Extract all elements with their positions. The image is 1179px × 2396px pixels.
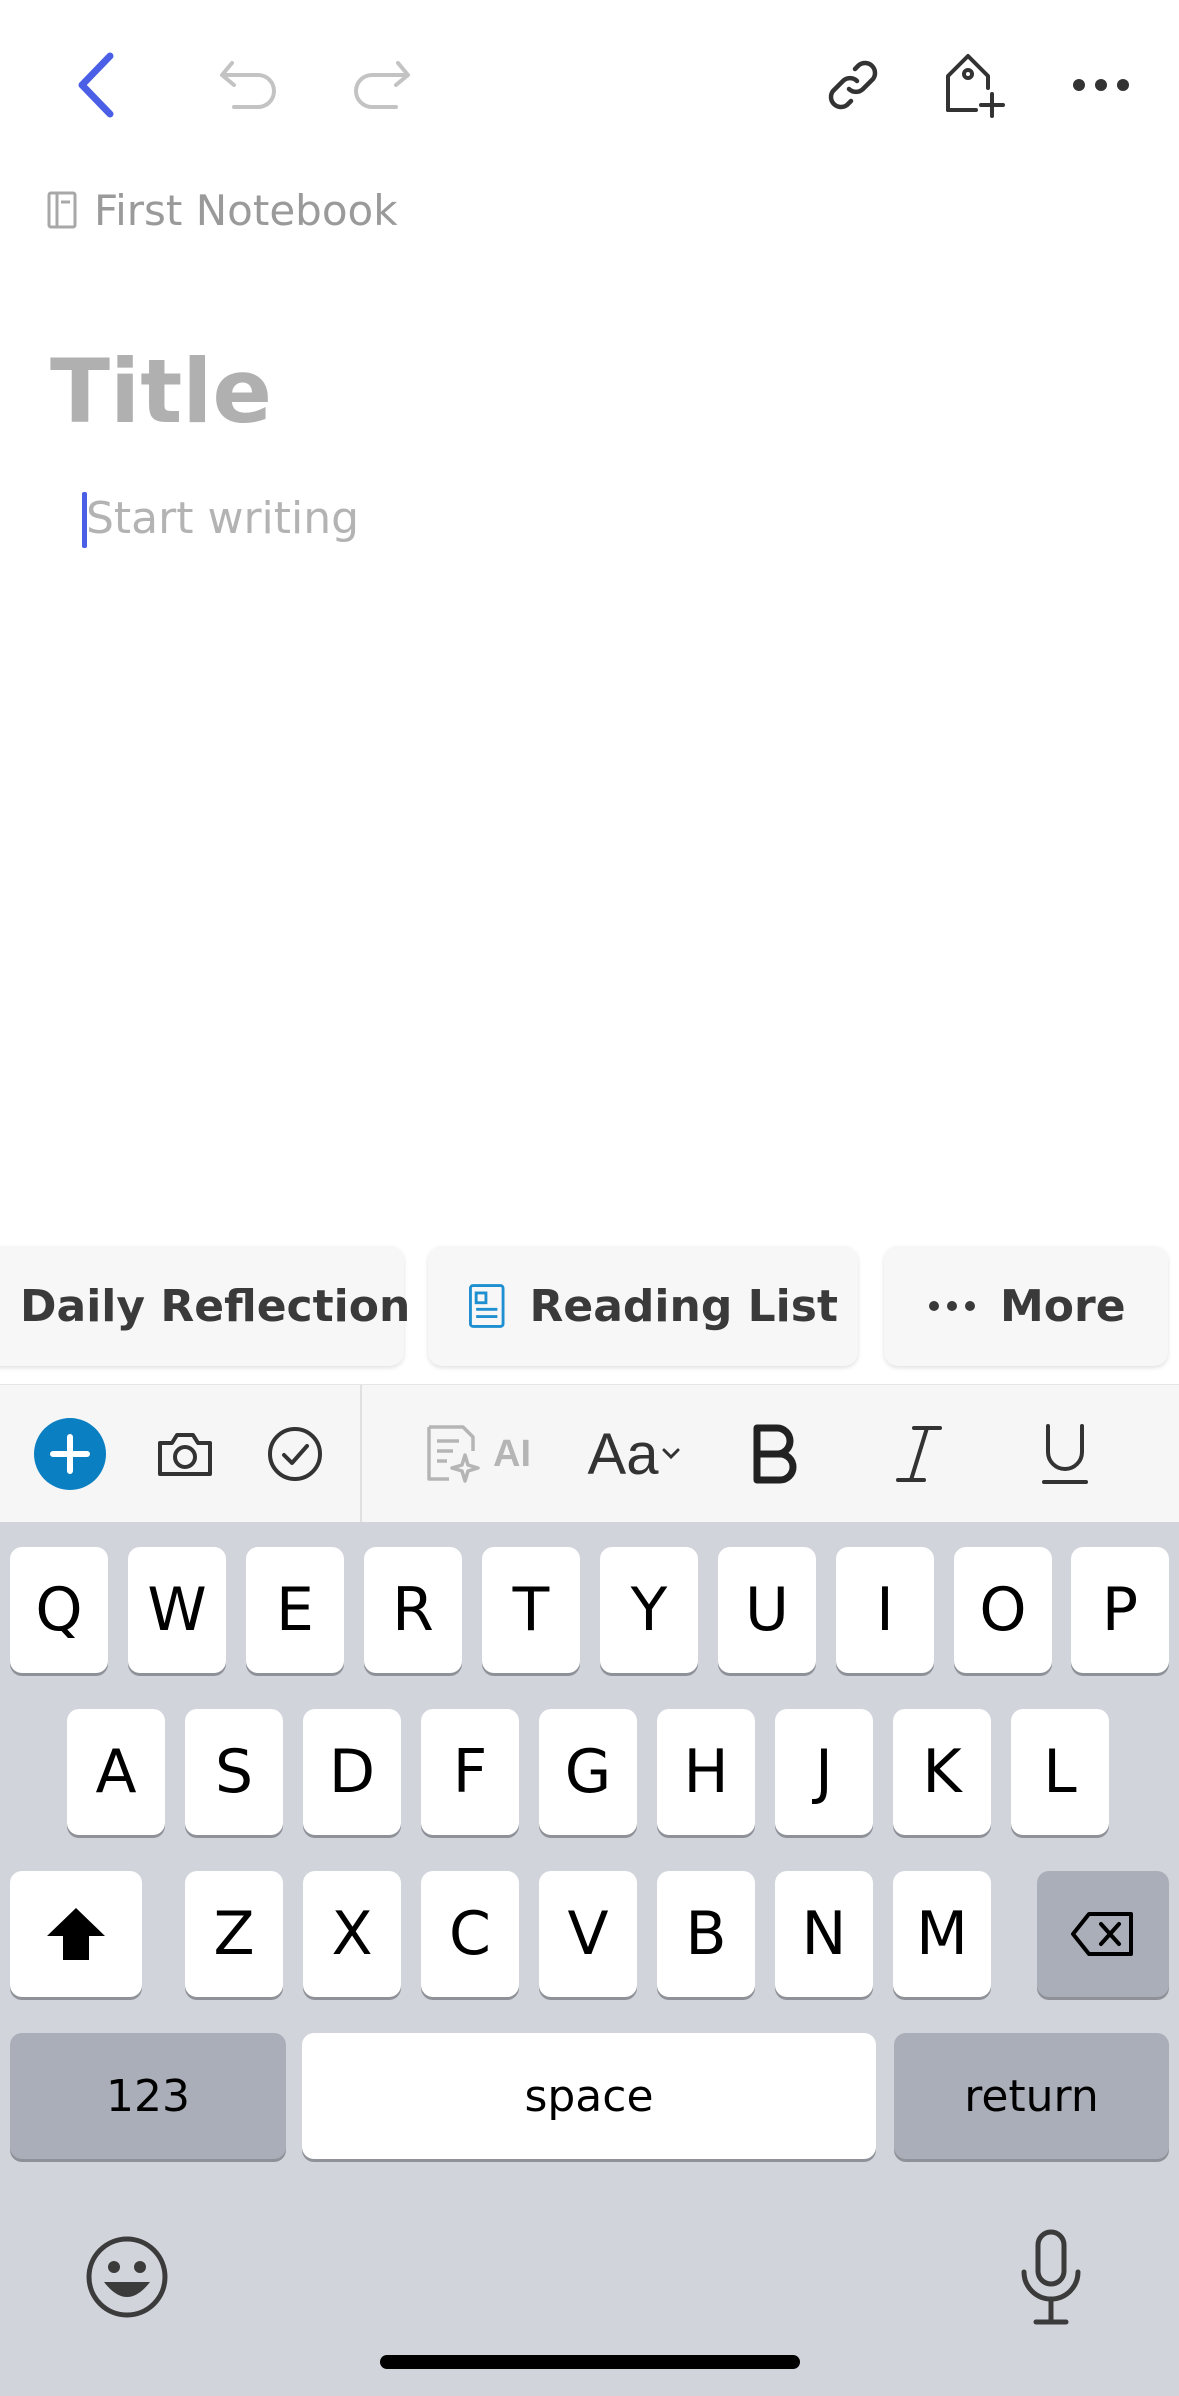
more-options-button[interactable]: [1056, 40, 1146, 130]
bold-button[interactable]: [740, 1399, 810, 1509]
tag-add-icon: [946, 54, 1005, 118]
notebook-selector[interactable]: First Notebook: [46, 180, 398, 240]
notebook-icon: [47, 191, 77, 229]
emoji-icon: [86, 2236, 168, 2318]
dictation-button[interactable]: [1016, 2228, 1086, 2328]
check-circle-icon: [268, 1427, 322, 1481]
document-template-icon: [469, 1284, 505, 1328]
key-e[interactable]: E: [246, 1547, 344, 1673]
note-body-field[interactable]: Start writing: [82, 488, 359, 548]
font-style-button[interactable]: Aa: [584, 1399, 684, 1509]
note-title-field[interactable]: Title: [50, 340, 272, 443]
key-l[interactable]: L: [1011, 1709, 1109, 1835]
key-v[interactable]: V: [539, 1871, 637, 1997]
key-b[interactable]: B: [657, 1871, 755, 1997]
top-toolbar: [0, 0, 1179, 170]
key-y[interactable]: Y: [600, 1547, 698, 1673]
key-w[interactable]: W: [128, 1547, 226, 1673]
underline-button[interactable]: [1030, 1399, 1100, 1509]
backspace-icon: [1071, 1912, 1133, 1956]
template-daily-reflection[interactable]: Daily Reflection: [0, 1246, 410, 1366]
key-g[interactable]: G: [539, 1709, 637, 1835]
redo-button[interactable]: [335, 40, 425, 130]
plus-circle-icon: [34, 1418, 106, 1490]
undo-button[interactable]: [205, 40, 295, 130]
microphone-icon: [1021, 2229, 1081, 2325]
undo-icon: [220, 61, 276, 109]
key-o[interactable]: O: [954, 1547, 1052, 1673]
key-q[interactable]: Q: [10, 1547, 108, 1673]
back-button[interactable]: [52, 40, 142, 130]
return-key[interactable]: return: [894, 2033, 1169, 2159]
key-x[interactable]: X: [303, 1871, 401, 1997]
key-j[interactable]: J: [775, 1709, 873, 1835]
font-style-label: Aa: [587, 1421, 659, 1487]
space-key[interactable]: space: [302, 2033, 876, 2159]
ellipsis-icon: [929, 1301, 975, 1311]
key-t[interactable]: T: [482, 1547, 580, 1673]
key-f[interactable]: F: [421, 1709, 519, 1835]
formatting-toolbar: AI Aa: [0, 1384, 1179, 1523]
toolbar-divider: [360, 1385, 362, 1523]
shift-key[interactable]: [10, 1871, 142, 1997]
share-link-button[interactable]: [808, 40, 898, 130]
italic-icon: [896, 1426, 942, 1482]
body-placeholder: Start writing: [86, 492, 360, 544]
numbers-key[interactable]: 123: [10, 2033, 286, 2159]
key-n[interactable]: N: [775, 1871, 873, 1997]
ai-assist-button[interactable]: AI: [412, 1399, 542, 1509]
key-s[interactable]: S: [185, 1709, 283, 1835]
checklist-button[interactable]: [260, 1399, 330, 1509]
ai-sparkle-icon: [427, 1425, 480, 1483]
key-k[interactable]: K: [893, 1709, 991, 1835]
template-label: Daily Reflection: [20, 1280, 411, 1332]
delete-key[interactable]: [1037, 1871, 1169, 1997]
camera-icon: [158, 1433, 212, 1476]
key-z[interactable]: Z: [185, 1871, 283, 1997]
key-p[interactable]: P: [1071, 1547, 1169, 1673]
key-c[interactable]: C: [421, 1871, 519, 1997]
chevron-left-icon: [78, 52, 114, 118]
template-label: Reading List: [529, 1280, 838, 1332]
chevron-down-icon: [662, 1448, 680, 1460]
template-suggestions: Daily Reflection Reading List More: [0, 1246, 1179, 1366]
link-icon: [828, 60, 878, 110]
notebook-name: First Notebook: [94, 185, 398, 235]
redo-icon: [354, 61, 410, 109]
home-indicator: [380, 2355, 800, 2369]
underline-icon: [1042, 1424, 1088, 1484]
add-tag-button[interactable]: [930, 40, 1020, 130]
shift-arrow-icon: [47, 1908, 105, 1960]
insert-button[interactable]: [30, 1399, 110, 1509]
key-m[interactable]: M: [893, 1871, 991, 1997]
camera-button[interactable]: [150, 1399, 220, 1509]
template-reading-list[interactable]: Reading List: [428, 1246, 858, 1366]
template-more[interactable]: More: [884, 1246, 1168, 1366]
key-a[interactable]: A: [67, 1709, 165, 1835]
key-h[interactable]: H: [657, 1709, 755, 1835]
italic-button[interactable]: [884, 1399, 954, 1509]
ai-label: AI: [493, 1432, 531, 1475]
key-r[interactable]: R: [364, 1547, 462, 1673]
bold-icon: [753, 1424, 797, 1484]
template-label: More: [1000, 1280, 1126, 1332]
key-u[interactable]: U: [718, 1547, 816, 1673]
key-i[interactable]: I: [836, 1547, 934, 1673]
emoji-button[interactable]: [84, 2234, 170, 2320]
key-d[interactable]: D: [303, 1709, 401, 1835]
ellipsis-icon: [1073, 79, 1129, 91]
